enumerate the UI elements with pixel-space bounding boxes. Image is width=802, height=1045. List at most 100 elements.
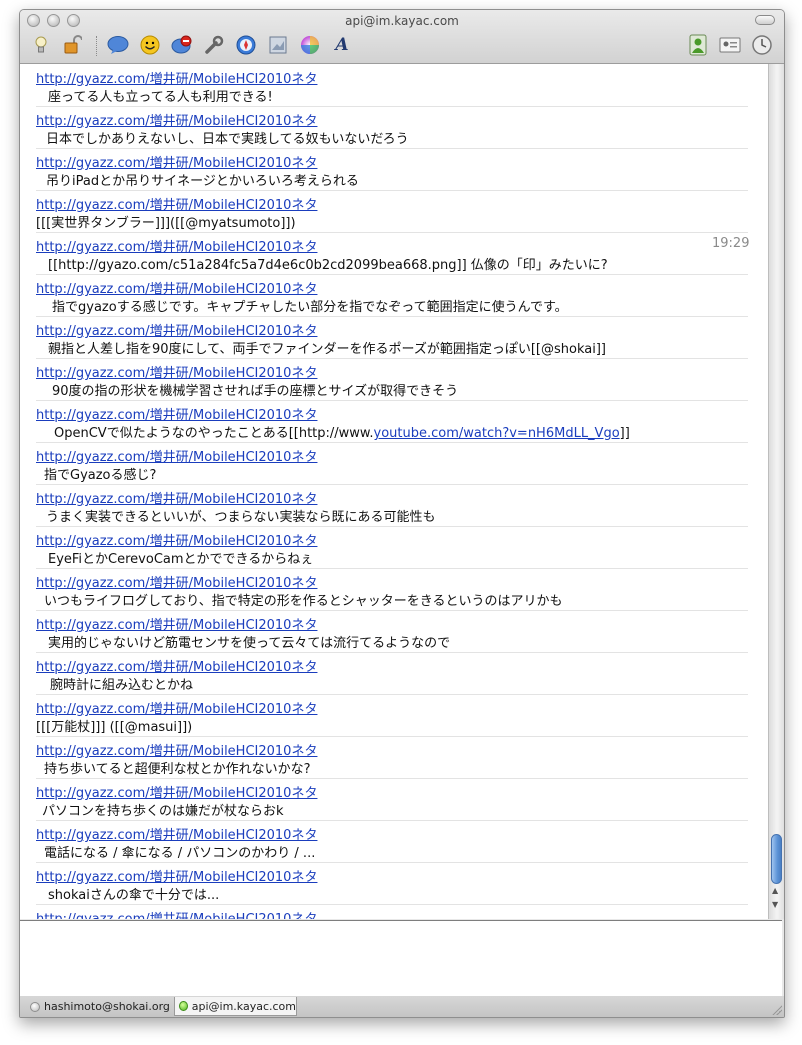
wrench-icon[interactable]: [203, 34, 225, 56]
message-text-suffix: ]]: [619, 426, 630, 441]
message-entry: http://gyazz.com/増井研/MobileHCI2010ネタ [[[実…: [36, 190, 748, 233]
message-text: 腕時計に組み込むとかね: [50, 674, 193, 693]
message-text-body: EyeFiとかCerevoCamとかでできるからねぇ: [48, 552, 314, 567]
message-text-body: OpenCVで似たようなのやったことある[[http://www.: [54, 426, 374, 441]
message-link[interactable]: http://gyazz.com/増井研/MobileHCI2010ネタ: [36, 404, 317, 423]
message-link[interactable]: http://gyazz.com/増井研/MobileHCI2010ネタ: [36, 530, 317, 549]
message-link[interactable]: http://gyazz.com/増井研/MobileHCI2010ネタ: [36, 488, 317, 507]
message-text-body: shokaiさんの傘で十分では...: [48, 888, 220, 903]
message-entry: http://gyazz.com/増井研/MobileHCI2010ネタ: [36, 904, 748, 919]
message-text: パソコンを持ち歩くのは嫌だが杖ならおk: [42, 800, 284, 819]
message-text-body: [[http://gyazo.com/c51a284fc5a7d4e6c0b2c…: [48, 258, 608, 273]
tab-label: hashimoto@shokai.org: [44, 1000, 170, 1013]
message-text-body: 指でgyazoする感じです。キャプチャしたい部分を指でなぞって範囲指定に使うんで…: [52, 300, 568, 315]
toolbar-separator: [96, 36, 98, 56]
tab-label: api@im.kayac.com: [191, 999, 296, 1013]
scroll-up-arrow[interactable]: ▲: [772, 886, 778, 895]
smiley-icon[interactable]: [139, 34, 161, 56]
resize-grip-icon[interactable]: [772, 1005, 782, 1015]
font-icon[interactable]: A: [331, 34, 353, 56]
message-link[interactable]: http://gyazz.com/増井研/MobileHCI2010ネタ: [36, 194, 317, 213]
timestamp: 19:29: [712, 236, 750, 251]
message-text: 90度の指の形状を機械学習させれば手の座標とサイズが取得できそう: [52, 380, 458, 399]
message-entry: http://gyazz.com/増井研/MobileHCI2010ネタ電話にな…: [36, 820, 748, 863]
scrollbar-thumb[interactable]: [771, 834, 782, 884]
vertical-scrollbar[interactable]: ▲ ▼: [768, 64, 784, 919]
message-text-body: 親指と人差し指を90度にして、両手でファインダーを作るポーズが範囲指定っぽい[[…: [48, 342, 606, 357]
toolbar-toggle-button[interactable]: [755, 15, 775, 25]
contact-icon[interactable]: [687, 34, 709, 56]
message-link[interactable]: http://gyazz.com/増井研/MobileHCI2010ネタ: [36, 740, 317, 759]
message-text: [[[万能杖]]] ([[@masui]]): [36, 716, 192, 735]
message-link[interactable]: http://gyazz.com/増井研/MobileHCI2010ネタ: [36, 656, 317, 675]
message-link[interactable]: http://gyazz.com/増井研/MobileHCI2010ネタ: [36, 572, 317, 591]
message-link[interactable]: http://gyazz.com/増井研/MobileHCI2010ネタ: [36, 236, 317, 255]
message-entry: http://gyazz.com/増井研/MobileHCI2010ネタ 19:2…: [36, 232, 750, 275]
message-text-body: 腕時計に組み込むとかね: [50, 678, 194, 693]
message-link[interactable]: http://gyazz.com/増井研/MobileHCI2010ネタ: [36, 446, 317, 465]
tab-api-kayac[interactable]: api@im.kayac.com: [174, 997, 297, 1016]
lock-icon[interactable]: [62, 34, 84, 56]
message-link[interactable]: http://gyazz.com/増井研/MobileHCI2010ネタ: [36, 782, 317, 801]
message-link[interactable]: http://gyazz.com/増井研/MobileHCI2010ネタ: [36, 824, 317, 843]
message-link[interactable]: http://gyazz.com/増井研/MobileHCI2010ネタ: [36, 152, 317, 171]
lightbulb-icon[interactable]: [30, 34, 52, 56]
message-input[interactable]: [20, 920, 782, 997]
message-text: 指でGyazoる感じ?: [44, 464, 156, 483]
status-online-icon: [179, 1001, 188, 1011]
message-entry: http://gyazz.com/増井研/MobileHCI2010ネタ親指と人…: [36, 316, 748, 359]
message-link[interactable]: http://gyazz.com/増井研/MobileHCI2010ネタ: [36, 614, 317, 633]
message-text-body: いつもライフログしており、指で特定の形を作るとシャッターをきるというのはアリかも: [44, 594, 563, 609]
message-link[interactable]: http://gyazz.com/増井研/MobileHCI2010ネタ: [36, 866, 317, 885]
message-text: 指でgyazoする感じです。キャプチャしたい部分を指でなぞって範囲指定に使うんで…: [52, 296, 568, 315]
message-entry: http://gyazz.com/増井研/MobileHCI2010ネタ吊りiP…: [36, 148, 748, 191]
message-text-body: 90度の指の形状を機械学習させれば手の座標とサイズが取得できそう: [52, 384, 459, 399]
message-link[interactable]: http://gyazz.com/増井研/MobileHCI2010ネタ: [36, 278, 317, 297]
message-text-body: 吊りiPadとか吊りサイネージとかいろいろ考えられる: [46, 174, 359, 189]
inline-link[interactable]: youtube.com/watch?v=nH6MdLL_Vgo: [374, 426, 620, 441]
message-text-body: 持ち歩いてると超便利な杖とか作れないかな?: [44, 762, 311, 777]
window-title: api@im.kayac.com: [345, 14, 459, 28]
tab-hashimoto[interactable]: hashimoto@shokai.org: [26, 997, 174, 1016]
scroll-down-arrow[interactable]: ▼: [772, 900, 778, 909]
message-entry: http://gyazz.com/増井研/MobileHCI2010ネタ実用的じ…: [36, 610, 748, 653]
history-clock-icon[interactable]: [751, 34, 773, 56]
message-link[interactable]: http://gyazz.com/増井研/MobileHCI2010ネタ: [36, 908, 317, 919]
chat-window: api@im.kayac.com A http://gyazz.com/増井研/…: [19, 9, 785, 1018]
message-text: 持ち歩いてると超便利な杖とか作れないかな?: [44, 758, 311, 777]
message-entry: http://gyazz.com/増井研/MobileHCI2010ネタ持ち歩い…: [36, 736, 748, 779]
message-entry: http://gyazz.com/増井研/MobileHCI2010ネタ shok…: [36, 862, 748, 905]
block-icon[interactable]: [171, 34, 193, 56]
message-entry: http://gyazz.com/増井研/MobileHCI2010ネタパソコン…: [36, 778, 748, 821]
message-entry: http://gyazz.com/増井研/MobileHCI2010ネタいつもラ…: [36, 568, 748, 611]
message-text: 吊りiPadとか吊りサイネージとかいろいろ考えられる: [46, 170, 359, 189]
speech-bubble-icon[interactable]: [107, 34, 129, 56]
message-text-body: 指でGyazoる感じ?: [44, 468, 157, 483]
message-text: うまく実装できるといいが、つまらない実装なら既にある可能性も: [46, 506, 435, 525]
compass-icon[interactable]: [235, 34, 257, 56]
message-link[interactable]: http://gyazz.com/増井研/MobileHCI2010ネタ: [36, 362, 317, 381]
message-text-body: 日本でしかありえないし、日本で実践してる奴もいないだろう: [46, 132, 409, 147]
color-wheel-icon[interactable]: [299, 34, 321, 56]
image-icon[interactable]: [267, 34, 289, 56]
message-text: 電話になる / 傘になる / パソコンのかわり / ...: [44, 842, 315, 861]
message-entry: http://gyazz.com/増井研/MobileHCI2010ネタ指でgy…: [36, 274, 748, 317]
message-entry: http://gyazz.com/増井研/MobileHCI2010ネタうまく実…: [36, 484, 748, 527]
message-entry: http://gyazz.com/増井研/MobileHCI2010ネタ 90度の…: [36, 358, 748, 401]
message-text-body: うまく実装できるといいが、つまらない実装なら既にある可能性も: [46, 510, 436, 525]
message-entry: http://gyazz.com/増井研/MobileHCI2010ネタ指でGy…: [36, 442, 748, 485]
message-link[interactable]: http://gyazz.com/増井研/MobileHCI2010ネタ: [36, 110, 317, 129]
message-text-body: 実用的じゃないけど筋電センサを使って云々ては流行てるようなので: [48, 636, 451, 651]
message-link[interactable]: http://gyazz.com/増井研/MobileHCI2010ネタ: [36, 68, 317, 87]
message-link[interactable]: http://gyazz.com/増井研/MobileHCI2010ネタ: [36, 320, 317, 339]
message-text-body: [[[万能杖]]] ([[@masui]]): [36, 720, 193, 735]
message-log[interactable]: http://gyazz.com/増井研/MobileHCI2010ネタ 座ってる…: [20, 64, 768, 919]
message-entry: http://gyazz.com/増井研/MobileHCI2010ネタ腕時計に…: [36, 652, 748, 695]
message-text: OpenCVで似たようなのやったことある[[http://www.youtube…: [54, 422, 630, 441]
message-entry: http://gyazz.com/増井研/MobileHCI2010ネタ Open…: [36, 400, 748, 443]
message-text-body: 電話になる / 傘になる / パソコンのかわり / ...: [44, 846, 316, 861]
message-link[interactable]: http://gyazz.com/増井研/MobileHCI2010ネタ: [36, 698, 317, 717]
vcard-icon[interactable]: [719, 34, 741, 56]
message-text-body: パソコンを持ち歩くのは嫌だが杖ならおk: [42, 804, 284, 819]
message-text: [[[実世界タンブラー]]]([[@myatsumoto]]): [36, 212, 296, 231]
